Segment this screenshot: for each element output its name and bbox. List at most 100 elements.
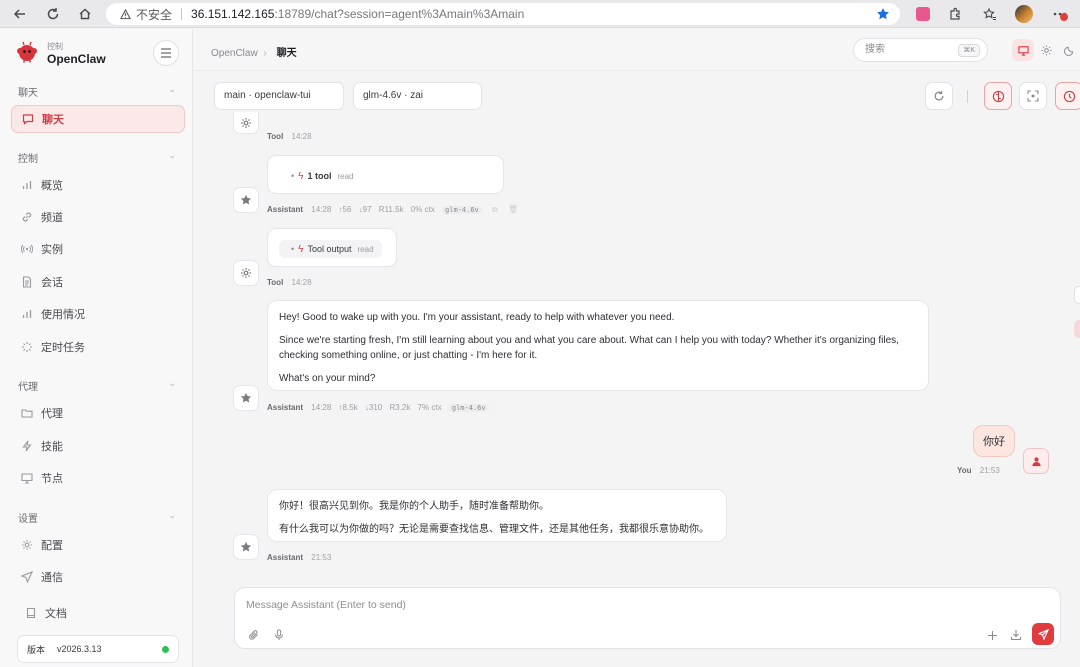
sidebar-item-chat[interactable]: 聊天	[11, 105, 185, 133]
message-composer[interactable]: Message Assistant (Enter to send)	[234, 587, 1061, 649]
group-label: 设置	[18, 514, 38, 525]
sender-name: Assistant	[267, 403, 304, 412]
loader-icon	[19, 339, 35, 355]
sidebar-item-usage[interactable]: 使用情况	[11, 300, 185, 328]
attach-icon[interactable]	[246, 627, 262, 643]
message-paragraph: 有什么我可以为你做的吗？无论是需要查找信息、管理文件，还是其他任务，我都很乐意协…	[279, 524, 709, 535]
assistant-message: 你好！很高兴见到你。我是你的个人助手，随时准备帮助你。 有什么我可以为你做的吗？…	[267, 489, 727, 542]
reload-icon[interactable]	[44, 5, 62, 23]
thinking-toggle-button[interactable]	[984, 82, 1012, 110]
status-online-dot	[162, 646, 169, 653]
plus-icon[interactable]	[984, 627, 1000, 643]
breadcrumb-parent[interactable]: OpenClaw	[211, 48, 258, 59]
copy-icon[interactable]: ⧉	[492, 205, 498, 214]
refresh-button[interactable]	[925, 82, 953, 110]
sidebar-item-sessions[interactable]: 会话	[11, 268, 185, 296]
sidebar-item-nodes[interactable]: 节点	[11, 464, 185, 492]
group-agent[interactable]: 代理 ⌄	[18, 378, 178, 393]
group-chat[interactable]: 聊天 ⌄	[18, 84, 178, 99]
send-button[interactable]	[1032, 623, 1054, 645]
profile-avatar[interactable]	[1015, 5, 1033, 23]
bolt-icon: ϟ	[298, 170, 304, 182]
sender-name: Tool	[267, 278, 284, 287]
theme-dark-button[interactable]	[1058, 39, 1080, 61]
back-icon[interactable]	[11, 5, 29, 23]
search-placeholder: 搜索	[865, 44, 885, 55]
sidebar-item-comms[interactable]: 通信	[11, 563, 185, 591]
message-input[interactable]: Message Assistant (Enter to send)	[246, 599, 406, 611]
scroll-nav-button[interactable]	[1074, 286, 1080, 304]
bookmark-star-icon[interactable]	[876, 7, 890, 21]
message-time: 14:28	[291, 132, 312, 141]
sidebar-item-label: 使用情况	[41, 309, 85, 321]
tokens-out: ↓97	[358, 205, 372, 214]
download-icon[interactable]	[1008, 627, 1024, 643]
brand-subtitle: 控制	[47, 42, 63, 51]
tool-output-pill[interactable]: • ϟ Tool output read	[279, 240, 382, 258]
sidebar-item-skills[interactable]: 技能	[11, 432, 185, 460]
extension-icon[interactable]	[914, 5, 932, 23]
extensions-puzzle-icon[interactable]	[946, 5, 964, 23]
address-bar[interactable]: 不安全 36.151.142.165 :18789/chat?session=a…	[106, 3, 900, 25]
refresh-icon	[934, 90, 944, 101]
toolbar-divider	[967, 90, 968, 103]
tool-count: 1 tool	[307, 171, 332, 181]
theme-system-button[interactable]	[1012, 39, 1034, 61]
microphone-icon[interactable]	[271, 627, 287, 643]
chevron-down-icon: ⌄	[168, 84, 176, 94]
link-icon	[19, 209, 35, 225]
sidebar-item-channels[interactable]: 频道	[11, 203, 185, 231]
bar-chart-icon	[19, 306, 35, 322]
model-select[interactable]: glm-4.6v · zai	[353, 82, 482, 110]
chevron-down-icon: ⌄	[168, 378, 176, 388]
not-secure-indicator[interactable]: 不安全	[120, 6, 172, 23]
trash-icon[interactable]: 🗑	[508, 205, 518, 214]
theme-light-button[interactable]	[1035, 39, 1057, 61]
sender-name: Assistant	[267, 553, 304, 562]
tool-avatar	[233, 112, 259, 134]
send-icon	[1037, 628, 1049, 640]
agent-session-select[interactable]: main · openclaw-tui	[214, 82, 344, 110]
tool-call-card[interactable]: • ϟ 1 tool read	[267, 155, 504, 194]
favorites-icon[interactable]	[981, 5, 999, 23]
group-settings[interactable]: 设置 ⌄	[18, 510, 178, 525]
bullet: •	[291, 244, 295, 254]
url-divider	[181, 8, 183, 20]
message-meta: Tool 14:28	[267, 278, 317, 287]
focus-mode-button[interactable]	[1019, 82, 1047, 110]
star-icon	[240, 541, 252, 552]
history-button[interactable]	[1055, 82, 1080, 110]
group-label: 代理	[18, 382, 38, 393]
sidebar-item-overview[interactable]: 概览	[11, 171, 185, 199]
gear-icon	[19, 537, 35, 553]
search-input[interactable]: 搜索 ⌘K	[853, 38, 988, 62]
chevron-down-icon: ⌄	[168, 150, 176, 160]
group-control[interactable]: 控制 ⌄	[18, 150, 178, 165]
tokens-in: ↑56	[338, 205, 352, 214]
bar-chart-icon	[19, 177, 35, 193]
tokens-in: ↑8.5k	[338, 403, 358, 412]
scroll-nav-button[interactable]	[1074, 320, 1080, 338]
context-usage: 0% ctx	[410, 205, 435, 214]
tool-call-pill[interactable]: • ϟ 1 tool read	[279, 167, 362, 185]
message-time: 14:28	[311, 205, 332, 214]
browser-toolbar: 不安全 36.151.142.165 :18789/chat?session=a…	[0, 0, 1080, 28]
document-icon	[19, 274, 35, 290]
sidebar-item-docs[interactable]: 文档	[15, 599, 189, 627]
sidebar-item-label: 实例	[41, 244, 63, 256]
security-label: 不安全	[136, 7, 173, 22]
sidebar-toggle-button[interactable]	[153, 40, 179, 66]
sidebar-item-label: 聊天	[42, 114, 64, 126]
sidebar-item-agents[interactable]: 代理	[11, 399, 185, 427]
openclaw-logo-icon	[16, 41, 38, 63]
home-icon[interactable]	[76, 5, 94, 23]
focus-icon	[1027, 90, 1039, 102]
sidebar-item-instances[interactable]: 实例	[11, 235, 185, 263]
sidebar-item-cron[interactable]: 定时任务	[11, 333, 185, 361]
sidebar-item-label: 通信	[41, 572, 63, 584]
moon-icon	[1063, 46, 1073, 56]
message-paragraph: Hey! Good to wake up with you. I'm your …	[279, 312, 675, 323]
sidebar-item-config[interactable]: 配置	[11, 531, 185, 559]
tool-output-card[interactable]: • ϟ Tool output read	[267, 228, 397, 267]
star-icon	[240, 194, 252, 205]
